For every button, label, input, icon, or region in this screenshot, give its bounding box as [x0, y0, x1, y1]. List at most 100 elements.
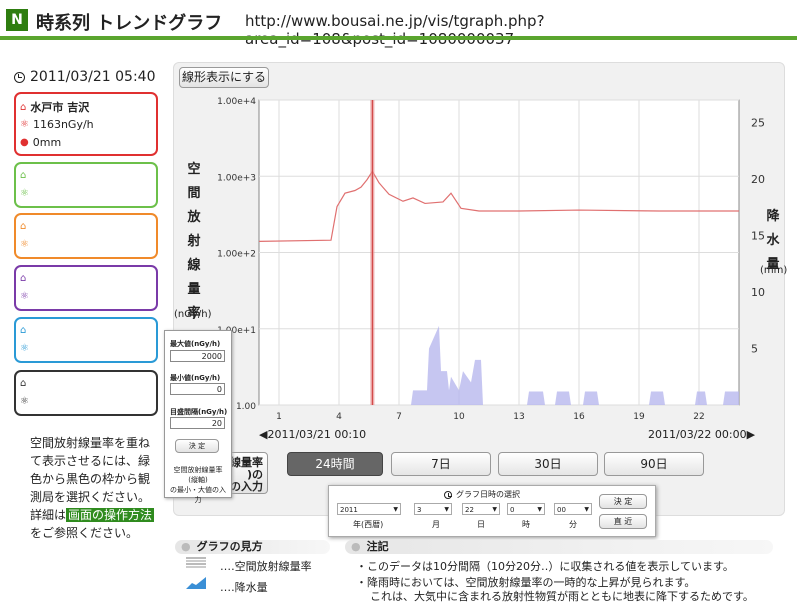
- help-prefix: 詳細は: [30, 508, 67, 522]
- x-tick-label: 7: [396, 412, 402, 422]
- station-icon: ⌂: [20, 273, 27, 284]
- trend-chart: 1.00e+41.00e+31.00e+21.00e+11.0025201510…: [217, 97, 765, 422]
- y2-tick-label: 5: [751, 343, 758, 356]
- station-card[interactable]: ⌂ ⚛: [14, 265, 158, 311]
- y2-tick-label: 15: [751, 230, 765, 243]
- station-icon: ⌂: [20, 325, 27, 336]
- station-icon: ⌂: [20, 101, 27, 113]
- radiation-icon: ⚛: [20, 291, 29, 302]
- radiation-icon: ⚛: [20, 343, 29, 354]
- notes-title: 注記: [366, 540, 389, 553]
- popup-confirm-button[interactable]: 決 定: [175, 439, 219, 453]
- radiation-icon: ⚛: [20, 188, 29, 199]
- rain-drop-icon: ●: [20, 137, 29, 148]
- station-dose: 1163nGy/h: [32, 118, 94, 131]
- bullet-icon: ●: [181, 540, 191, 553]
- interval-input[interactable]: 20: [170, 417, 225, 429]
- station-row: ⚛: [20, 188, 33, 199]
- y-tick-label: 1.00e+3: [217, 173, 256, 183]
- date-selector-title: グラフ日時の選択: [456, 490, 520, 499]
- y2-tick-label: 10: [751, 286, 765, 299]
- date-confirm-button[interactable]: 決 定: [599, 494, 647, 509]
- station-row: ⚛: [20, 291, 33, 302]
- right-arrow-icon: ▶: [746, 428, 756, 441]
- x-tick-label: 19: [633, 412, 645, 422]
- day-label: 日: [477, 520, 485, 529]
- legend-rain-label: ‥‥降水量: [220, 581, 268, 594]
- station-card[interactable]: ⌂ ⚛: [14, 317, 158, 363]
- y2-tick-label: 20: [751, 173, 765, 186]
- axis-range-button-line: の入力: [230, 480, 263, 493]
- page-title: 時系列 トレンドグラフ: [36, 13, 223, 34]
- year-label: 年(西暦): [353, 520, 384, 529]
- note-line: これは、大気中に含まれる放射性物質が雨とともに地表に降下するためです。: [370, 590, 754, 603]
- help-line: て表示させるには、緑: [30, 454, 151, 468]
- range-start-label: 2011/03/21 00:10: [267, 428, 367, 441]
- year-select[interactable]: 2011: [337, 503, 401, 516]
- tab-30d[interactable]: 30日: [498, 452, 598, 476]
- minute-select[interactable]: 00: [554, 503, 592, 516]
- min-input[interactable]: 0: [170, 383, 225, 395]
- station-card[interactable]: ⌂ ⚛: [14, 370, 158, 416]
- station-row: ⌂: [20, 378, 30, 389]
- station-row: ⌂: [20, 170, 30, 181]
- timestamp-text: 2011/03/21 05:40: [30, 69, 156, 85]
- help-line: 色から黒色の枠から観: [30, 472, 151, 486]
- min-label: 最小値(nGy/h): [170, 374, 221, 382]
- x-tick-label: 1: [276, 412, 282, 422]
- help-line: 詳細は 画面の操作方法: [30, 506, 156, 524]
- hour-label: 時: [522, 520, 530, 529]
- station-card[interactable]: ⌂ ⚛: [14, 213, 158, 259]
- legend-header: ● グラフの見方: [175, 540, 330, 554]
- station-icon: ⌂: [20, 378, 27, 389]
- station-row: ⌂ 水戸市 吉沢: [20, 99, 89, 115]
- rain-legend-icon: [186, 577, 206, 589]
- station-name: 水戸市 吉沢: [30, 101, 90, 114]
- station-card[interactable]: ⌂ 水戸市 吉沢 ⚛ 1163nGy/h ● 0mm: [14, 92, 158, 156]
- x-tick-label: 16: [573, 412, 585, 422]
- station-rain: 0mm: [32, 136, 62, 149]
- legend-dose-label: ‥‥空間放射線量率: [220, 560, 312, 573]
- station-row: ⌂: [20, 273, 30, 284]
- y-tick-label: 1.00e+4: [217, 97, 256, 107]
- x-tick-label: 10: [453, 412, 465, 422]
- clock-icon: [14, 71, 25, 83]
- station-row: ⚛ 1163nGy/h: [20, 118, 94, 131]
- x-tick-label: 4: [336, 412, 342, 422]
- date-selector-header: グラフ日時の選択: [444, 489, 520, 500]
- radiation-icon: ⚛: [20, 396, 29, 407]
- range-prev[interactable]: ◀2011/03/21 00:10: [259, 428, 366, 441]
- day-select[interactable]: 22: [462, 503, 500, 516]
- range-end-label: 2011/03/22 00:00: [648, 428, 747, 441]
- month-select[interactable]: 3: [414, 503, 452, 516]
- x-tick-label: 22: [693, 412, 704, 422]
- x-tick-label: 13: [513, 412, 524, 422]
- header-divider: [0, 36, 797, 40]
- linear-toggle-button[interactable]: 線形表示にする: [179, 67, 269, 88]
- minute-label: 分: [569, 520, 577, 529]
- tab-90d[interactable]: 90日: [604, 452, 704, 476]
- station-row: ● 0mm: [20, 136, 61, 149]
- current-time: 2011/03/21 05:40: [14, 69, 156, 85]
- station-row: ⚛: [20, 239, 33, 250]
- legend-title: グラフの見方: [196, 540, 263, 553]
- hour-select[interactable]: 0: [507, 503, 545, 516]
- operation-guide-link[interactable]: 画面の操作方法: [66, 508, 155, 522]
- bullet-icon: ●: [351, 540, 361, 553]
- popup-desc: の最小・大値の入力: [170, 486, 226, 504]
- app-logo: N: [6, 9, 28, 31]
- station-row: ⌂: [20, 325, 30, 336]
- date-latest-button[interactable]: 直 近: [599, 514, 647, 529]
- axis-range-popup: 最大値(nGy/h) 2000 最小値(nGy/h) 0 目盛間隔(nGy/h)…: [164, 330, 232, 504]
- max-input[interactable]: 2000: [170, 350, 225, 362]
- range-next[interactable]: 2011/03/22 00:00▶: [648, 428, 755, 441]
- tab-7d[interactable]: 7日: [391, 452, 491, 476]
- tab-24h[interactable]: 24時間: [287, 452, 383, 476]
- page-url: http://www.bousai.ne.jp/vis/tgraph.php?a…: [245, 12, 545, 48]
- radiation-icon: ⚛: [20, 119, 29, 130]
- station-card[interactable]: ⌂ ⚛: [14, 162, 158, 208]
- station-row: ⌂: [20, 221, 30, 232]
- y2-tick-label: 25: [751, 117, 765, 130]
- station-icon: ⌂: [20, 170, 27, 181]
- y-tick-label: 1.00: [236, 402, 256, 412]
